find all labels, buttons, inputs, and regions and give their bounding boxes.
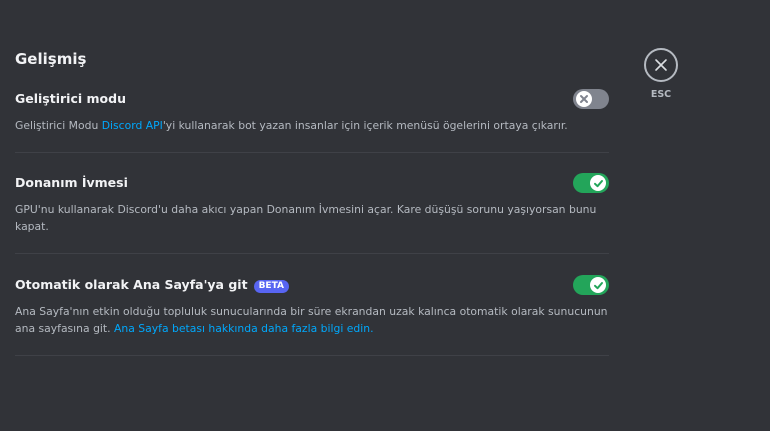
checkmark-icon: [593, 281, 603, 289]
setting-hardware-acceleration: Donanım İvmesi GPU'nu kullanarak Discord…: [15, 173, 609, 254]
setting-developer-mode: Geliştirici modu Geliştirici Modu Discor…: [15, 89, 609, 153]
divider: [15, 355, 609, 356]
setting-description: Geliştirici Modu Discord API'yi kullanar…: [15, 117, 609, 134]
setting-title: Otomatik olarak Ana Sayfa'ya git: [15, 277, 248, 292]
page-title: Gelişmiş: [15, 50, 87, 68]
divider: [15, 152, 609, 153]
setting-title: Geliştirici modu: [15, 91, 126, 106]
home-beta-info-link[interactable]: Ana Sayfa betası hakkında daha fazla bil…: [114, 322, 374, 335]
description-text: Geliştirici Modu: [15, 119, 102, 132]
close-button[interactable]: [644, 48, 678, 82]
description-text: 'yi kullanarak bot yazan insanlar için i…: [162, 119, 568, 132]
toggle-knob: [576, 91, 592, 107]
close-icon: [655, 59, 667, 71]
esc-close: ESC: [644, 48, 678, 100]
setting-description: Ana Sayfa'nın etkin olduğu topluluk sunu…: [15, 303, 609, 337]
auto-home-toggle[interactable]: [573, 275, 609, 295]
setting-auto-home: Otomatik olarak Ana Sayfa'ya git BETA Ana…: [15, 275, 609, 356]
toggle-knob: [590, 277, 606, 293]
discord-api-link[interactable]: Discord API: [102, 119, 163, 132]
checkmark-icon: [593, 179, 603, 187]
beta-badge: BETA: [253, 280, 289, 293]
x-icon: [580, 95, 588, 103]
setting-title-row: Otomatik olarak Ana Sayfa'ya git BETA: [15, 275, 289, 295]
esc-label: ESC: [650, 89, 672, 100]
setting-description: GPU'nu kullanarak Discord'u daha akıcı y…: [15, 203, 597, 233]
toggle-knob: [590, 175, 606, 191]
setting-title: Donanım İvmesi: [15, 175, 128, 190]
divider: [15, 253, 609, 254]
hardware-acceleration-toggle[interactable]: [573, 173, 609, 193]
developer-mode-toggle[interactable]: [573, 89, 609, 109]
